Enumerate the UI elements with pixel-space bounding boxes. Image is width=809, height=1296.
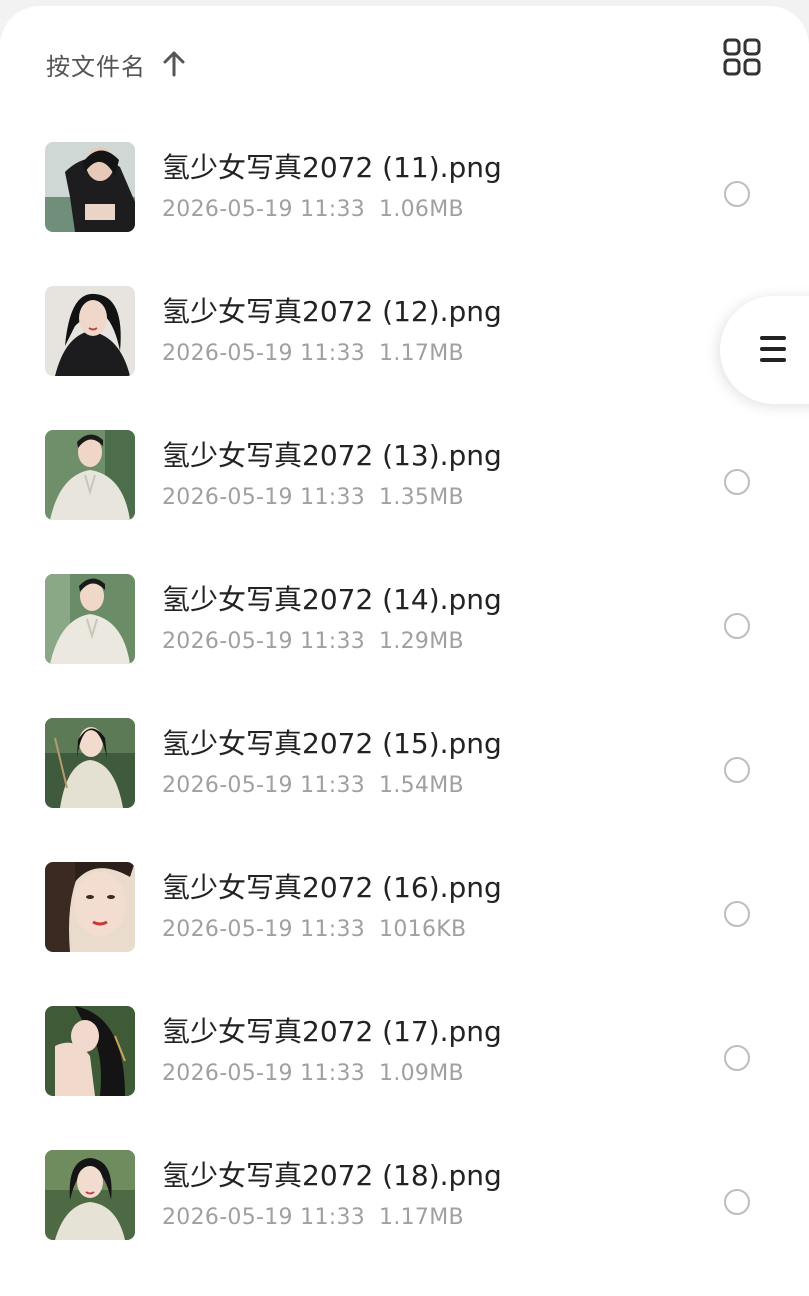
select-radio[interactable] bbox=[724, 1045, 750, 1071]
grid-view-icon[interactable] bbox=[723, 38, 761, 76]
select-radio[interactable] bbox=[724, 469, 750, 495]
file-thumbnail bbox=[45, 1006, 135, 1096]
file-row[interactable]: 氢少女写真2072 (16).png 2026-05-19 11:33 1016K… bbox=[0, 856, 809, 956]
file-size: 1.54MB bbox=[379, 773, 464, 798]
file-thumbnail bbox=[45, 862, 135, 952]
select-radio[interactable] bbox=[724, 613, 750, 639]
select-radio[interactable] bbox=[724, 1189, 750, 1215]
file-size: 1.29MB bbox=[379, 629, 464, 654]
file-size: 1.35MB bbox=[379, 485, 464, 510]
file-meta: 2026-05-19 11:33 1.09MB bbox=[162, 1061, 464, 1086]
file-date: 2026-05-19 11:33 bbox=[162, 629, 366, 654]
file-meta: 2026-05-19 11:33 1.35MB bbox=[162, 485, 464, 510]
file-thumbnail bbox=[45, 1150, 135, 1240]
file-date: 2026-05-19 11:33 bbox=[162, 917, 366, 942]
sort-control[interactable]: 按文件名 bbox=[46, 44, 186, 84]
file-list-sheet: 按文件名 氢少女写真2072 (11).png 2026-05-19 11:33… bbox=[0, 6, 809, 1296]
file-row[interactable]: 氢少女写真2072 (11).png 2026-05-19 11:33 1.06M… bbox=[0, 136, 809, 236]
file-name: 氢少女写真2072 (18).png bbox=[162, 1159, 502, 1192]
file-name: 氢少女写真2072 (16).png bbox=[162, 871, 502, 904]
file-date: 2026-05-19 11:33 bbox=[162, 1205, 366, 1230]
file-size: 1016KB bbox=[379, 917, 467, 942]
file-name: 氢少女写真2072 (13).png bbox=[162, 439, 502, 472]
select-radio[interactable] bbox=[724, 757, 750, 783]
file-date: 2026-05-19 11:33 bbox=[162, 341, 366, 366]
file-name: 氢少女写真2072 (15).png bbox=[162, 727, 502, 760]
select-radio[interactable] bbox=[724, 181, 750, 207]
file-thumbnail bbox=[45, 286, 135, 376]
file-meta: 2026-05-19 11:33 1.06MB bbox=[162, 197, 464, 222]
file-date: 2026-05-19 11:33 bbox=[162, 197, 366, 222]
file-row[interactable]: 氢少女写真2072 (13).png 2026-05-19 11:33 1.35M… bbox=[0, 424, 809, 524]
file-size: 1.09MB bbox=[379, 1061, 464, 1086]
file-name: 氢少女写真2072 (11).png bbox=[162, 151, 502, 184]
file-thumbnail bbox=[45, 142, 135, 232]
file-size: 1.17MB bbox=[379, 341, 464, 366]
file-row[interactable]: 氢少女写真2072 (18).png 2026-05-19 11:33 1.17M… bbox=[0, 1144, 809, 1244]
select-radio[interactable] bbox=[724, 901, 750, 927]
file-name: 氢少女写真2072 (17).png bbox=[162, 1015, 502, 1048]
file-meta: 2026-05-19 11:33 1016KB bbox=[162, 917, 466, 942]
file-date: 2026-05-19 11:33 bbox=[162, 485, 366, 510]
file-meta: 2026-05-19 11:33 1.17MB bbox=[162, 1205, 464, 1230]
sort-label[interactable]: 按文件名 bbox=[46, 47, 146, 82]
arrow-up-icon[interactable] bbox=[162, 50, 186, 78]
file-row[interactable]: 氢少女写真2072 (17).png 2026-05-19 11:33 1.09M… bbox=[0, 1000, 809, 1100]
file-thumbnail bbox=[45, 718, 135, 808]
file-row[interactable]: 氢少女写真2072 (14).png 2026-05-19 11:33 1.29M… bbox=[0, 568, 809, 668]
file-name: 氢少女写真2072 (12).png bbox=[162, 295, 502, 328]
file-name: 氢少女写真2072 (14).png bbox=[162, 583, 502, 616]
file-meta: 2026-05-19 11:33 1.54MB bbox=[162, 773, 464, 798]
file-meta: 2026-05-19 11:33 1.29MB bbox=[162, 629, 464, 654]
file-meta: 2026-05-19 11:33 1.17MB bbox=[162, 341, 464, 366]
file-thumbnail bbox=[45, 574, 135, 664]
file-thumbnail bbox=[45, 430, 135, 520]
file-size: 1.17MB bbox=[379, 1205, 464, 1230]
file-date: 2026-05-19 11:33 bbox=[162, 773, 366, 798]
file-row[interactable]: 氢少女写真2072 (12).png 2026-05-19 11:33 1.17M… bbox=[0, 280, 809, 380]
menu-icon[interactable] bbox=[760, 336, 786, 369]
file-row[interactable]: 氢少女写真2072 (15).png 2026-05-19 11:33 1.54M… bbox=[0, 712, 809, 812]
file-date: 2026-05-19 11:33 bbox=[162, 1061, 366, 1086]
file-size: 1.06MB bbox=[379, 197, 464, 222]
